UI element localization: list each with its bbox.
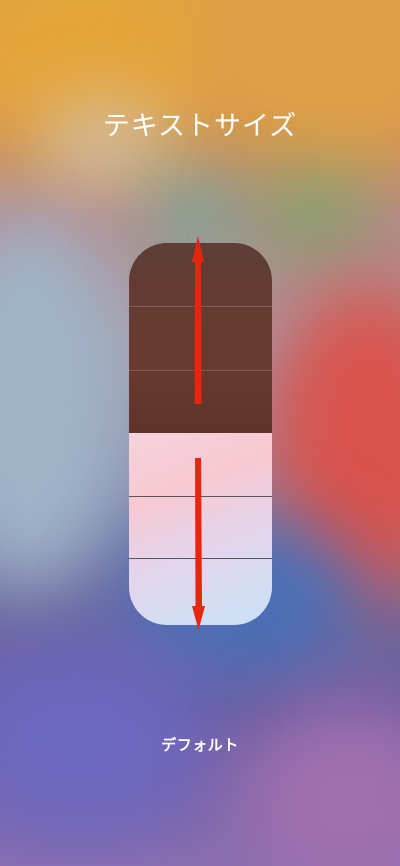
background-blob	[0, 210, 130, 590]
background-blob	[240, 700, 400, 866]
slider-step-divider	[129, 370, 272, 371]
slider-step-divider	[129, 306, 272, 307]
slider-step-divider	[129, 558, 272, 559]
slider-fill-dark	[129, 243, 272, 433]
slider-step-divider	[129, 496, 272, 497]
background-blob	[260, 170, 370, 260]
background-blob	[150, 180, 240, 250]
slider-fill-light	[129, 433, 272, 625]
background-blob	[200, 0, 400, 170]
current-size-label: デフォルト	[161, 736, 239, 754]
text-size-slider[interactable]	[129, 243, 272, 625]
page-title: テキストサイズ	[102, 111, 298, 142]
